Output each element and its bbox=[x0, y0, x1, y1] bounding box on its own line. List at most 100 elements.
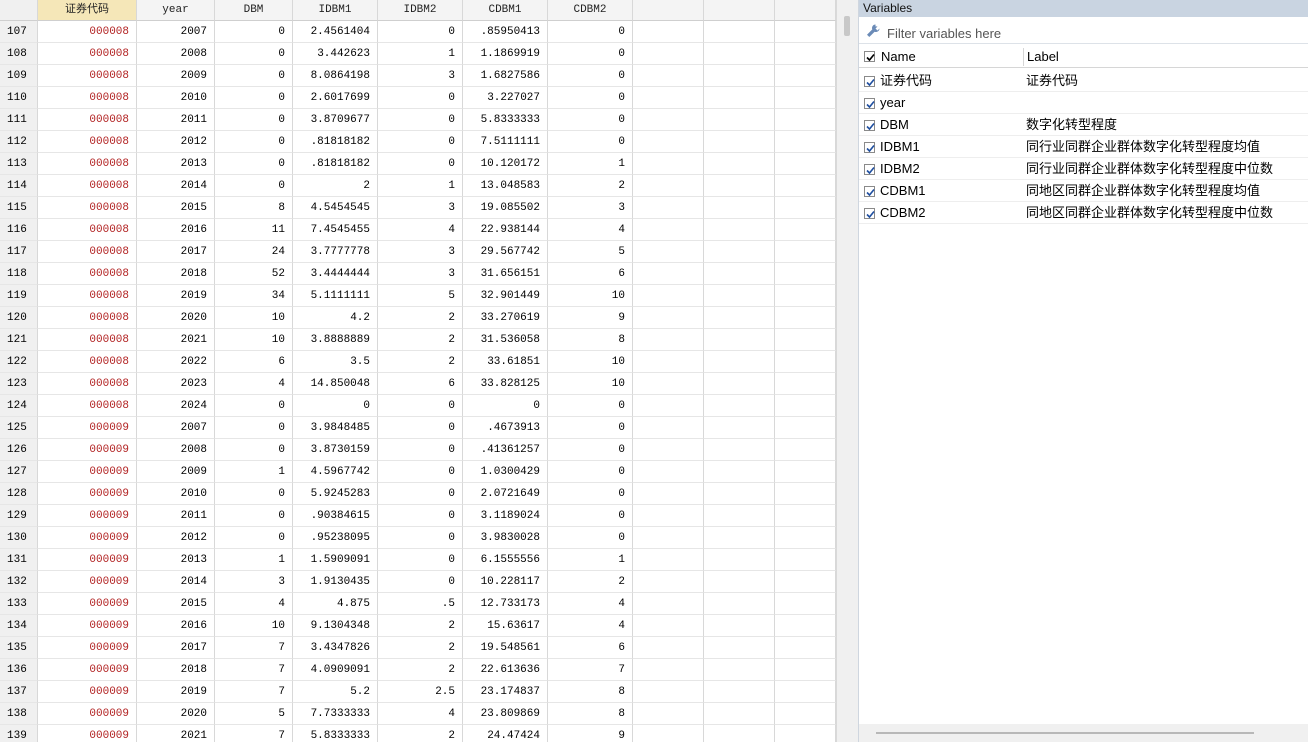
cell-IDBM2[interactable]: 0 bbox=[378, 527, 463, 549]
cell-CDBM2[interactable]: 3 bbox=[548, 197, 633, 219]
cell-CDBM1[interactable]: 24.47424 bbox=[463, 725, 548, 742]
cell-CDBM2[interactable]: 7 bbox=[548, 659, 633, 681]
cell-CDBM1[interactable]: 33.270619 bbox=[463, 307, 548, 329]
cell-empty[interactable] bbox=[704, 131, 775, 153]
cell-year[interactable]: 2012 bbox=[137, 527, 215, 549]
cell-year[interactable]: 2013 bbox=[137, 153, 215, 175]
cell-DBM[interactable]: 24 bbox=[215, 241, 293, 263]
scrollbar-thumb[interactable] bbox=[844, 16, 850, 36]
cell-empty[interactable] bbox=[704, 43, 775, 65]
cell-DBM[interactable]: 7 bbox=[215, 681, 293, 703]
cell-row-number[interactable]: 122 bbox=[0, 351, 38, 373]
cell-empty[interactable] bbox=[775, 87, 836, 109]
cell-IDBM2[interactable]: 3 bbox=[378, 65, 463, 87]
table-row[interactable]: 136 000009 2018 7 4.0909091 2 22.613636 7 bbox=[0, 659, 836, 681]
cell-year[interactable]: 2019 bbox=[137, 285, 215, 307]
table-row[interactable]: 107 000008 2007 0 2.4561404 0.85950413 0 bbox=[0, 21, 836, 43]
cell-empty[interactable] bbox=[775, 571, 836, 593]
cell-year[interactable]: 2018 bbox=[137, 659, 215, 681]
cell-empty[interactable] bbox=[775, 681, 836, 703]
cell-IDBM1[interactable]: 1.5909091 bbox=[293, 549, 378, 571]
cell-IDBM1[interactable]: 7.7333333 bbox=[293, 703, 378, 725]
cell-empty[interactable] bbox=[775, 263, 836, 285]
cell-empty[interactable] bbox=[775, 21, 836, 43]
table-row[interactable]: 126 000009 2008 0 3.8730159 0.41361257 0 bbox=[0, 439, 836, 461]
cell-row-number[interactable]: 124 bbox=[0, 395, 38, 417]
cell-IDBM2[interactable]: 5 bbox=[378, 285, 463, 307]
cell-empty[interactable] bbox=[633, 373, 704, 395]
cell-DBM[interactable]: 0 bbox=[215, 21, 293, 43]
cell-IDBM2[interactable]: 3 bbox=[378, 263, 463, 285]
column-header[interactable] bbox=[704, 0, 775, 21]
cell-empty[interactable] bbox=[704, 681, 775, 703]
cell-empty[interactable] bbox=[704, 329, 775, 351]
cell-IDBM1[interactable]: 5.9245283 bbox=[293, 483, 378, 505]
cell-IDBM1[interactable]: 1.9130435 bbox=[293, 571, 378, 593]
cell-row-number[interactable]: 135 bbox=[0, 637, 38, 659]
column-header-label[interactable]: Label bbox=[1027, 46, 1059, 68]
cell-empty[interactable] bbox=[633, 703, 704, 725]
cell-IDBM2[interactable]: 0 bbox=[378, 505, 463, 527]
variable-row[interactable]: CDBM2 同地区同群企业群体数字化转型程度中位数 bbox=[859, 202, 1308, 224]
cell-IDBM1[interactable]: 3.4347826 bbox=[293, 637, 378, 659]
cell-code[interactable]: 000009 bbox=[38, 681, 137, 703]
table-row[interactable]: 112 000008 2012 0.81818182 0 7.5111111 0 bbox=[0, 131, 836, 153]
cell-empty[interactable] bbox=[775, 131, 836, 153]
cell-IDBM2[interactable]: 0 bbox=[378, 153, 463, 175]
variable-filter[interactable] bbox=[859, 20, 1308, 44]
cell-DBM[interactable]: 0 bbox=[215, 109, 293, 131]
cell-code[interactable]: 000009 bbox=[38, 637, 137, 659]
cell-empty[interactable] bbox=[704, 703, 775, 725]
cell-DBM[interactable]: 1 bbox=[215, 549, 293, 571]
table-row[interactable]: 125 000009 2007 0 3.9848485 0.4673913 0 bbox=[0, 417, 836, 439]
cell-code[interactable]: 000008 bbox=[38, 241, 137, 263]
cell-empty[interactable] bbox=[704, 109, 775, 131]
variable-checkbox[interactable] bbox=[864, 98, 875, 109]
cell-code[interactable]: 000009 bbox=[38, 417, 137, 439]
grid-vertical-scrollbar[interactable] bbox=[836, 0, 858, 742]
cell-IDBM2[interactable]: 0 bbox=[378, 109, 463, 131]
cell-empty[interactable] bbox=[633, 351, 704, 373]
cell-row-number[interactable]: 107 bbox=[0, 21, 38, 43]
cell-empty[interactable] bbox=[704, 571, 775, 593]
cell-CDBM1[interactable]: 22.938144 bbox=[463, 219, 548, 241]
cell-IDBM1[interactable]: .95238095 bbox=[293, 527, 378, 549]
cell-CDBM2[interactable]: 0 bbox=[548, 439, 633, 461]
cell-CDBM2[interactable]: 0 bbox=[548, 131, 633, 153]
cell-empty[interactable] bbox=[775, 285, 836, 307]
cell-empty[interactable] bbox=[704, 241, 775, 263]
cell-CDBM1[interactable]: 19.548561 bbox=[463, 637, 548, 659]
table-row[interactable]: 138 000009 2020 5 7.7333333 4 23.809869 8 bbox=[0, 703, 836, 725]
cell-CDBM1[interactable]: 29.567742 bbox=[463, 241, 548, 263]
cell-IDBM1[interactable]: 3.4444444 bbox=[293, 263, 378, 285]
variable-row[interactable]: year bbox=[859, 92, 1308, 114]
cell-IDBM2[interactable]: 1 bbox=[378, 175, 463, 197]
wrench-icon[interactable] bbox=[865, 23, 881, 39]
cell-DBM[interactable]: 0 bbox=[215, 483, 293, 505]
cell-empty[interactable] bbox=[775, 153, 836, 175]
grid-corner[interactable] bbox=[0, 0, 38, 21]
cell-code[interactable]: 000008 bbox=[38, 65, 137, 87]
cell-CDBM2[interactable]: 0 bbox=[548, 527, 633, 549]
cell-year[interactable]: 2023 bbox=[137, 373, 215, 395]
cell-code[interactable]: 000008 bbox=[38, 373, 137, 395]
cell-code[interactable]: 000009 bbox=[38, 527, 137, 549]
cell-year[interactable]: 2014 bbox=[137, 571, 215, 593]
cell-year[interactable]: 2017 bbox=[137, 637, 215, 659]
cell-year[interactable]: 2010 bbox=[137, 483, 215, 505]
cell-CDBM2[interactable]: 9 bbox=[548, 307, 633, 329]
cell-code[interactable]: 000008 bbox=[38, 307, 137, 329]
cell-year[interactable]: 2015 bbox=[137, 593, 215, 615]
filter-variables-input[interactable] bbox=[885, 22, 1308, 44]
cell-code[interactable]: 000009 bbox=[38, 703, 137, 725]
cell-CDBM2[interactable]: 0 bbox=[548, 21, 633, 43]
cell-year[interactable]: 2007 bbox=[137, 417, 215, 439]
cell-year[interactable]: 2019 bbox=[137, 681, 215, 703]
cell-CDBM1[interactable]: 2.0721649 bbox=[463, 483, 548, 505]
cell-row-number[interactable]: 108 bbox=[0, 43, 38, 65]
cell-empty[interactable] bbox=[704, 307, 775, 329]
variable-checkbox[interactable] bbox=[864, 164, 875, 175]
cell-row-number[interactable]: 117 bbox=[0, 241, 38, 263]
cell-DBM[interactable]: 0 bbox=[215, 439, 293, 461]
cell-row-number[interactable]: 111 bbox=[0, 109, 38, 131]
